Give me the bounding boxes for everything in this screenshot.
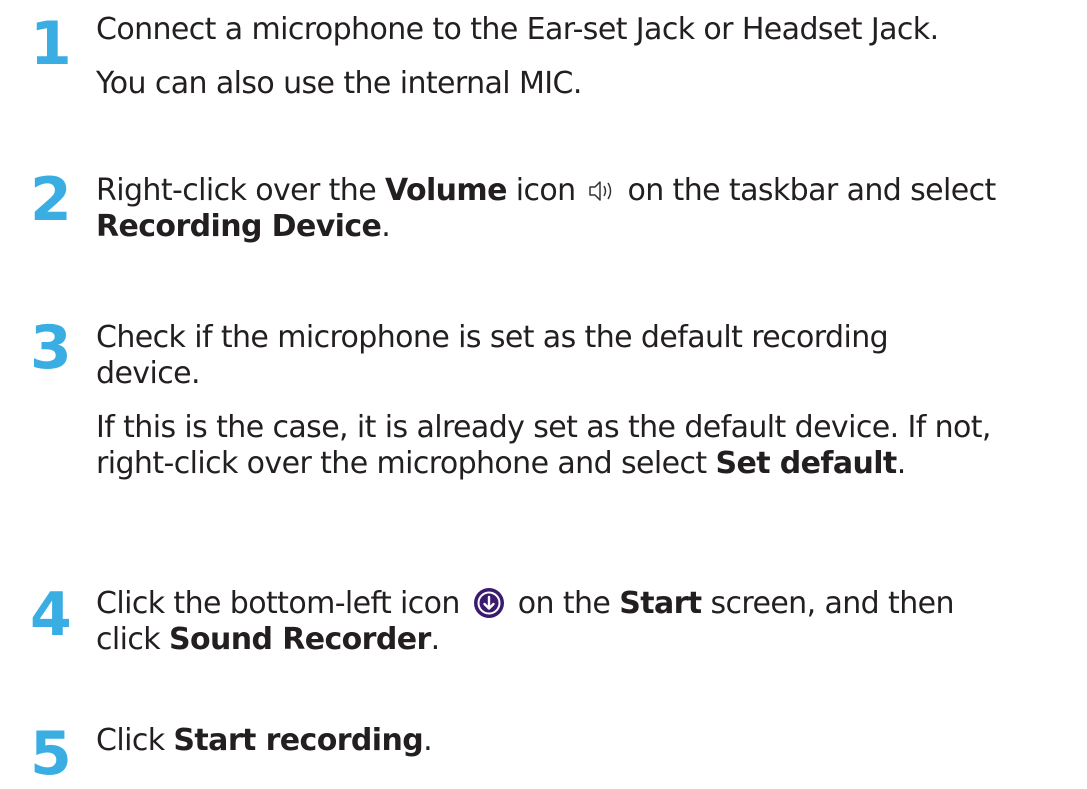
step-number: 1 (30, 9, 72, 79)
step-number: 4 (30, 580, 72, 650)
step-text: Check if the microphone is set as the de… (96, 320, 889, 355)
step-text: Click Start recording. (96, 723, 433, 758)
step-number: 5 (30, 719, 72, 789)
step-note: You can also use the internal MIC. (96, 66, 582, 101)
down-arrow-circle-icon (473, 587, 505, 619)
step-text: Click the bottom-left icon on the Start … (96, 586, 954, 621)
step-note: If this is the case, it is already set a… (96, 410, 991, 445)
step-number: 3 (30, 313, 72, 383)
speaker-volume-icon (587, 177, 617, 205)
step-text: Connect a microphone to the Ear-set Jack… (96, 12, 939, 47)
step-text: Right-click over the Volume icon on the … (96, 173, 996, 208)
step-number: 2 (30, 165, 72, 235)
